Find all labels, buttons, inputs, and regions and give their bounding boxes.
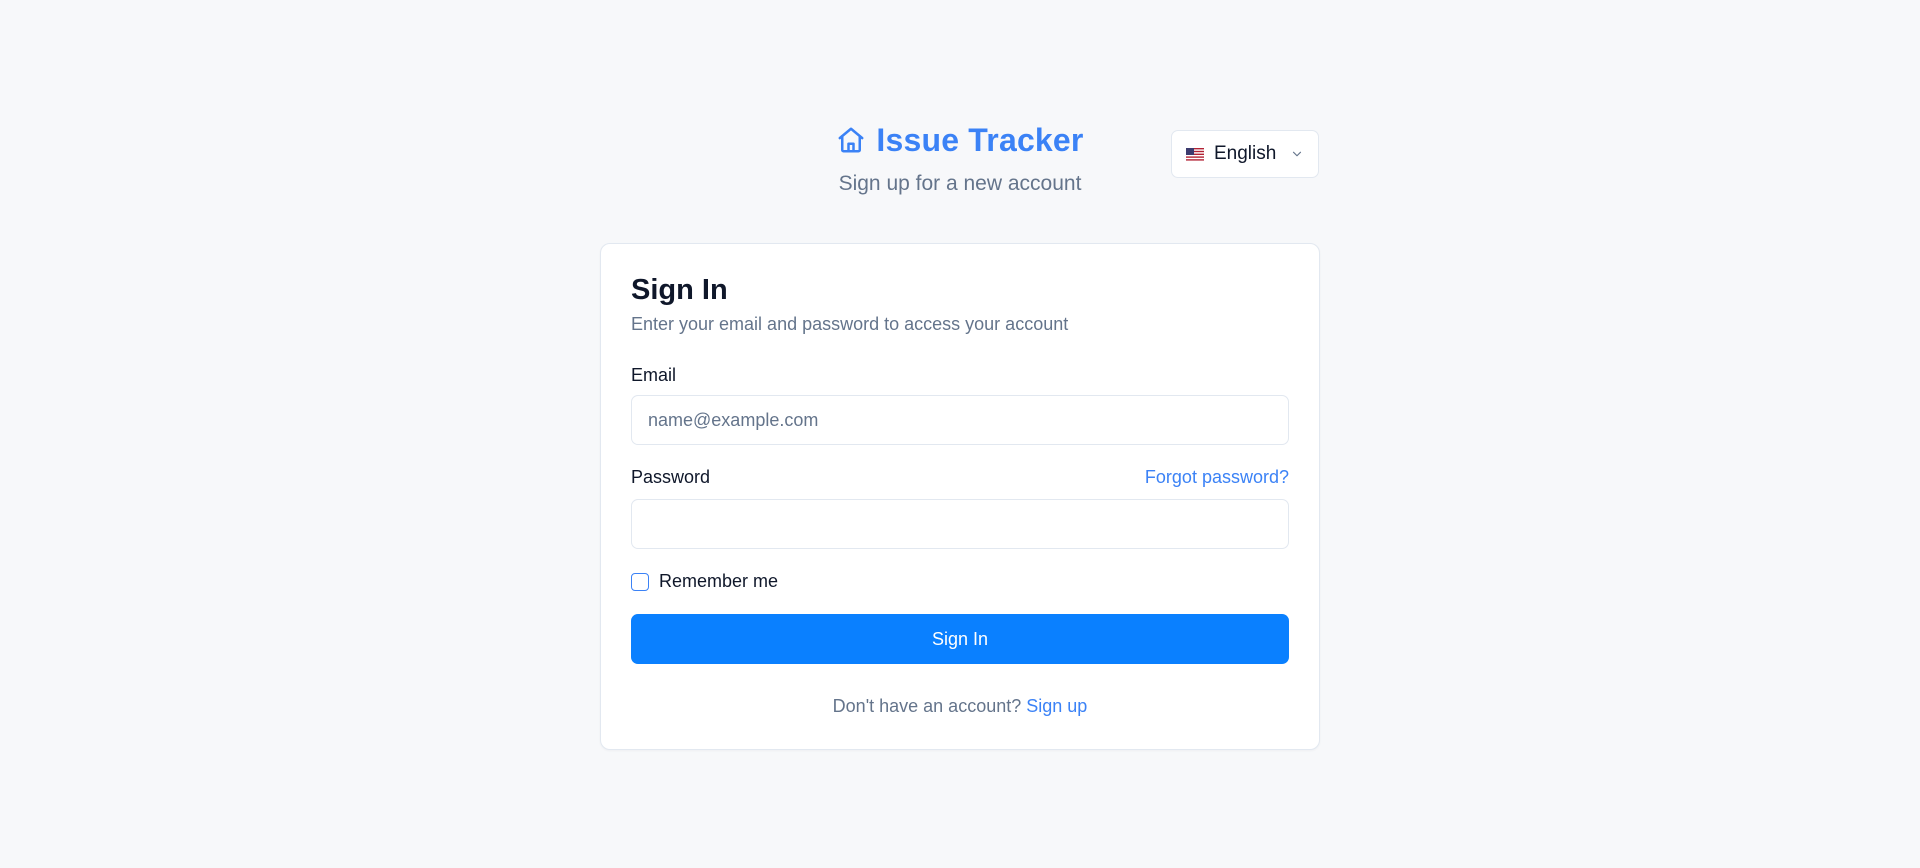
email-input[interactable] xyxy=(631,395,1289,445)
app-title: Issue Tracker xyxy=(876,121,1084,158)
password-label: Password xyxy=(631,467,711,487)
signup-link[interactable]: Sign up xyxy=(1026,696,1087,716)
chevron-down-icon xyxy=(1290,147,1304,161)
sign-in-button[interactable]: Sign In xyxy=(631,614,1289,664)
signup-prompt: Don't have an account? Sign up xyxy=(601,696,1319,717)
email-label: Email xyxy=(631,365,677,385)
forgot-password-link[interactable]: Forgot password? xyxy=(1145,467,1289,488)
us-flag-icon xyxy=(1186,147,1204,161)
remember-me-checkbox[interactable] xyxy=(631,572,649,591)
language-selector[interactable]: English xyxy=(1171,130,1319,178)
remember-me-label: Remember me xyxy=(659,571,779,591)
language-selected: English xyxy=(1214,143,1277,164)
card-description: Enter your email and password to access … xyxy=(631,314,1069,334)
card-title: Sign In xyxy=(631,274,728,306)
password-input[interactable] xyxy=(631,499,1289,549)
remember-me[interactable]: Remember me xyxy=(631,571,778,592)
home-icon xyxy=(836,125,866,155)
signup-prompt-text: Don't have an account? xyxy=(832,696,1022,716)
signin-card: Sign In Enter your email and password to… xyxy=(600,243,1320,750)
